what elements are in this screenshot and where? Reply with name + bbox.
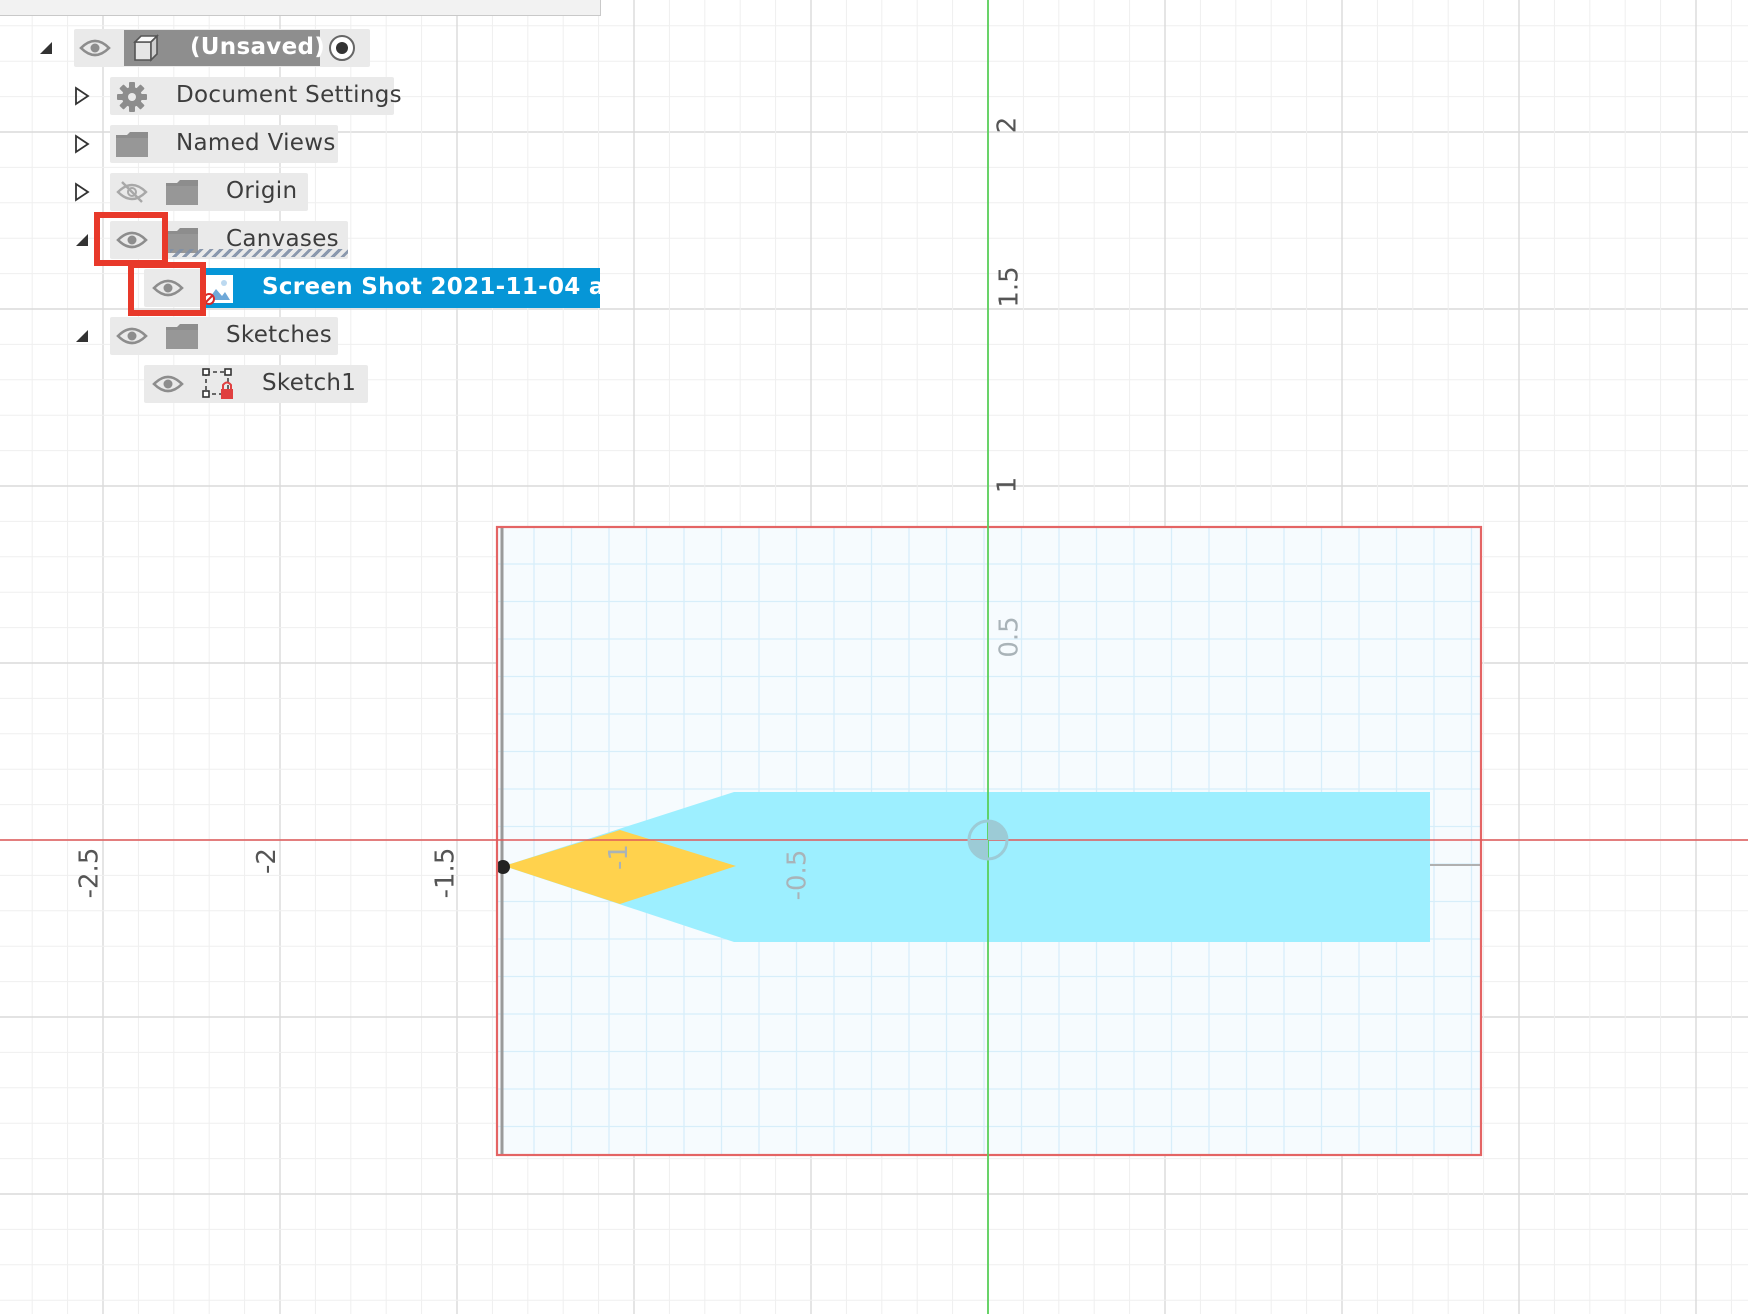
expand-toggle-sketches[interactable] (72, 326, 92, 346)
origin-label: Origin (226, 178, 298, 204)
x-axis-label-neg2.5: -2.5 (74, 847, 105, 899)
triangle-right-icon (75, 134, 90, 154)
folder-icon (164, 320, 200, 352)
highlight-box-canvas-eye (128, 262, 206, 316)
folder-icon (164, 176, 200, 208)
expand-toggle-origin[interactable] (72, 182, 92, 202)
activate-radio-icon[interactable] (326, 32, 358, 64)
eye-icon[interactable] (150, 370, 186, 398)
x-axis-label-neg0.5: -0.5 (782, 849, 813, 901)
eye-icon[interactable] (114, 322, 150, 350)
y-axis-label-1.5: 1.5 (994, 266, 1025, 308)
expand-toggle-document-settings[interactable] (72, 86, 92, 106)
highlight-box-canvases-eye (94, 212, 168, 266)
expand-toggle-named-views[interactable] (72, 134, 92, 154)
named-views-label: Named Views (176, 130, 336, 156)
triangle-right-icon (75, 86, 90, 106)
expand-toggle-canvases[interactable] (72, 230, 92, 250)
triangle-right-icon (75, 182, 90, 202)
x-axis-label-neg2: -2 (251, 848, 282, 874)
gear-icon (114, 80, 150, 114)
triangle-down-icon (40, 42, 52, 54)
document-settings-label: Document Settings (176, 82, 402, 108)
y-axis-label-1: 1 (992, 476, 1023, 494)
browser-panel: (Unsaved) Document Settings Named Views (0, 0, 632, 420)
y-axis-label-0.5: 0.5 (994, 616, 1025, 658)
browser-header-bar (0, 0, 601, 16)
y-axis-label-2: 2 (992, 116, 1023, 134)
sketch-icon (200, 366, 236, 402)
root-label: (Unsaved) (190, 34, 326, 60)
x-axis-label-neg1: -1 (603, 844, 634, 870)
triangle-down-icon (76, 234, 88, 246)
triangle-down-icon (76, 330, 88, 342)
expand-toggle-root[interactable] (36, 38, 56, 58)
canvases-wavy-underline (170, 249, 348, 257)
component-icon (130, 32, 162, 64)
image-icon (202, 272, 236, 306)
sketches-label: Sketches (226, 322, 333, 348)
sketch1-label: Sketch1 (262, 370, 357, 396)
hidden-eye-icon[interactable] (114, 178, 150, 206)
eye-icon[interactable] (78, 34, 112, 62)
x-axis-label-neg1.5: -1.5 (430, 847, 461, 899)
folder-icon (114, 128, 150, 160)
canvas-screenshot-label: Screen Shot 2021-11-04 a... (262, 274, 632, 300)
